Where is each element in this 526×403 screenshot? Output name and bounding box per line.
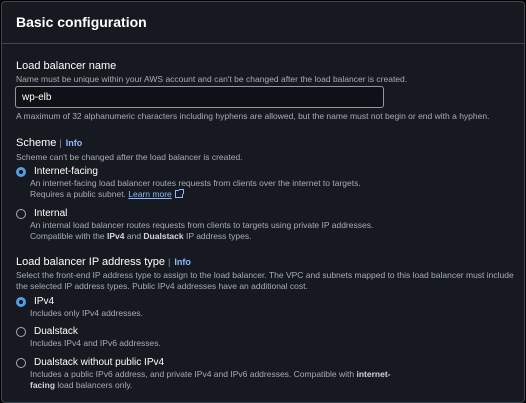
option-desc-text: and [124,231,144,241]
ipv4-description: Includes only IPv4 addresses. [30,308,143,318]
internet-facing-description: An internet-facing load balancer routes … [30,178,361,200]
scheme-info-link[interactable]: Info [66,138,83,148]
internal-description: An internal load balancer routes request… [30,220,373,242]
radio-unselected-icon[interactable] [16,209,26,219]
ip-type-section: Load balancer IP address type | Info Selec… [16,255,514,292]
lb-name-section: Load balancer name Name must be unique w… [16,59,514,85]
scheme-description: Scheme can't be changed after the load b… [16,152,243,162]
scheme-option-internet-facing[interactable]: Internet-facing [16,165,98,178]
ip-type-label: Load balancer IP address type | Info [16,255,514,269]
lb-name-description: Name must be unique within your AWS acco… [16,74,408,84]
option-title: Internet-facing [34,166,98,177]
ip-type-description: Select the front-end IP address type to … [16,270,514,292]
dualstack-description: Includes IPv4 and IPv6 addresses. [30,338,161,348]
ip-option-dualstack[interactable]: Dualstack [16,325,78,338]
option-desc-text: Requires a public subnet. [30,189,126,199]
ip-option-ipv4[interactable]: IPv4 [16,295,54,308]
option-desc-text: Compatible with the [30,231,108,241]
basic-configuration-panel: Basic configuration Load balancer name N… [1,1,525,403]
radio-selected-icon[interactable] [16,167,26,177]
scheme-option-internal[interactable]: Internal [16,207,67,220]
option-desc-text: Includes a public IPv6 address, and priv… [30,369,357,379]
panel-header: Basic configuration [2,2,524,44]
option-desc-text: IP address types. [183,231,252,241]
option-desc-line: facing load balancers only. [30,380,391,391]
lb-name-input[interactable] [15,86,384,108]
description-line: the selected IP address types. Public IP… [16,281,308,291]
ip-option-dualstack-no-public-ipv4[interactable]: Dualstack without public IPv4 [16,356,164,369]
option-desc-bold: facing [30,380,56,390]
separator: | [168,257,171,267]
option-desc-line: Requires a public subnet. Learn more [30,189,361,200]
option-title: IPv4 [34,296,55,307]
option-title: Dualstack [34,326,78,337]
external-link-icon [174,189,184,198]
learn-more-link[interactable]: Learn more [128,189,171,199]
panel-title: Basic configuration [16,14,147,30]
ip-type-info-link[interactable]: Info [174,257,191,267]
radio-unselected-icon[interactable] [16,358,26,368]
option-desc-line: An internal load balancer routes request… [30,220,374,230]
lb-name-constraint: A maximum of 32 alphanumeric characters … [16,111,490,121]
scheme-section: Scheme | Info Scheme can't be changed afte… [16,136,514,163]
option-desc-bold: internet- [356,369,391,379]
option-title: Internal [34,208,68,219]
option-desc-bold: Dualstack [143,231,184,241]
scheme-label: Scheme | Info [16,136,514,150]
radio-selected-icon[interactable] [16,297,26,307]
option-desc-line: Compatible with the IPv4 and Dualstack I… [30,231,373,242]
radio-unselected-icon[interactable] [16,327,26,337]
separator: | [59,138,62,148]
option-desc-bold: IPv4 [107,231,125,241]
ip-type-label-text: Load balancer IP address type [16,256,166,268]
option-desc-text: load balancers only. [55,380,133,390]
option-desc-line: Includes a public IPv6 address, and priv… [30,369,391,380]
scheme-label-text: Scheme [16,137,57,149]
description-line: Select the front-end IP address type to … [16,270,514,280]
option-desc-line: An internet-facing load balancer routes … [30,178,361,188]
dualstack-no-public-ipv4-description: Includes a public IPv6 address, and priv… [30,369,391,391]
lb-name-label: Load balancer name [16,60,117,72]
option-title: Dualstack without public IPv4 [34,357,165,368]
